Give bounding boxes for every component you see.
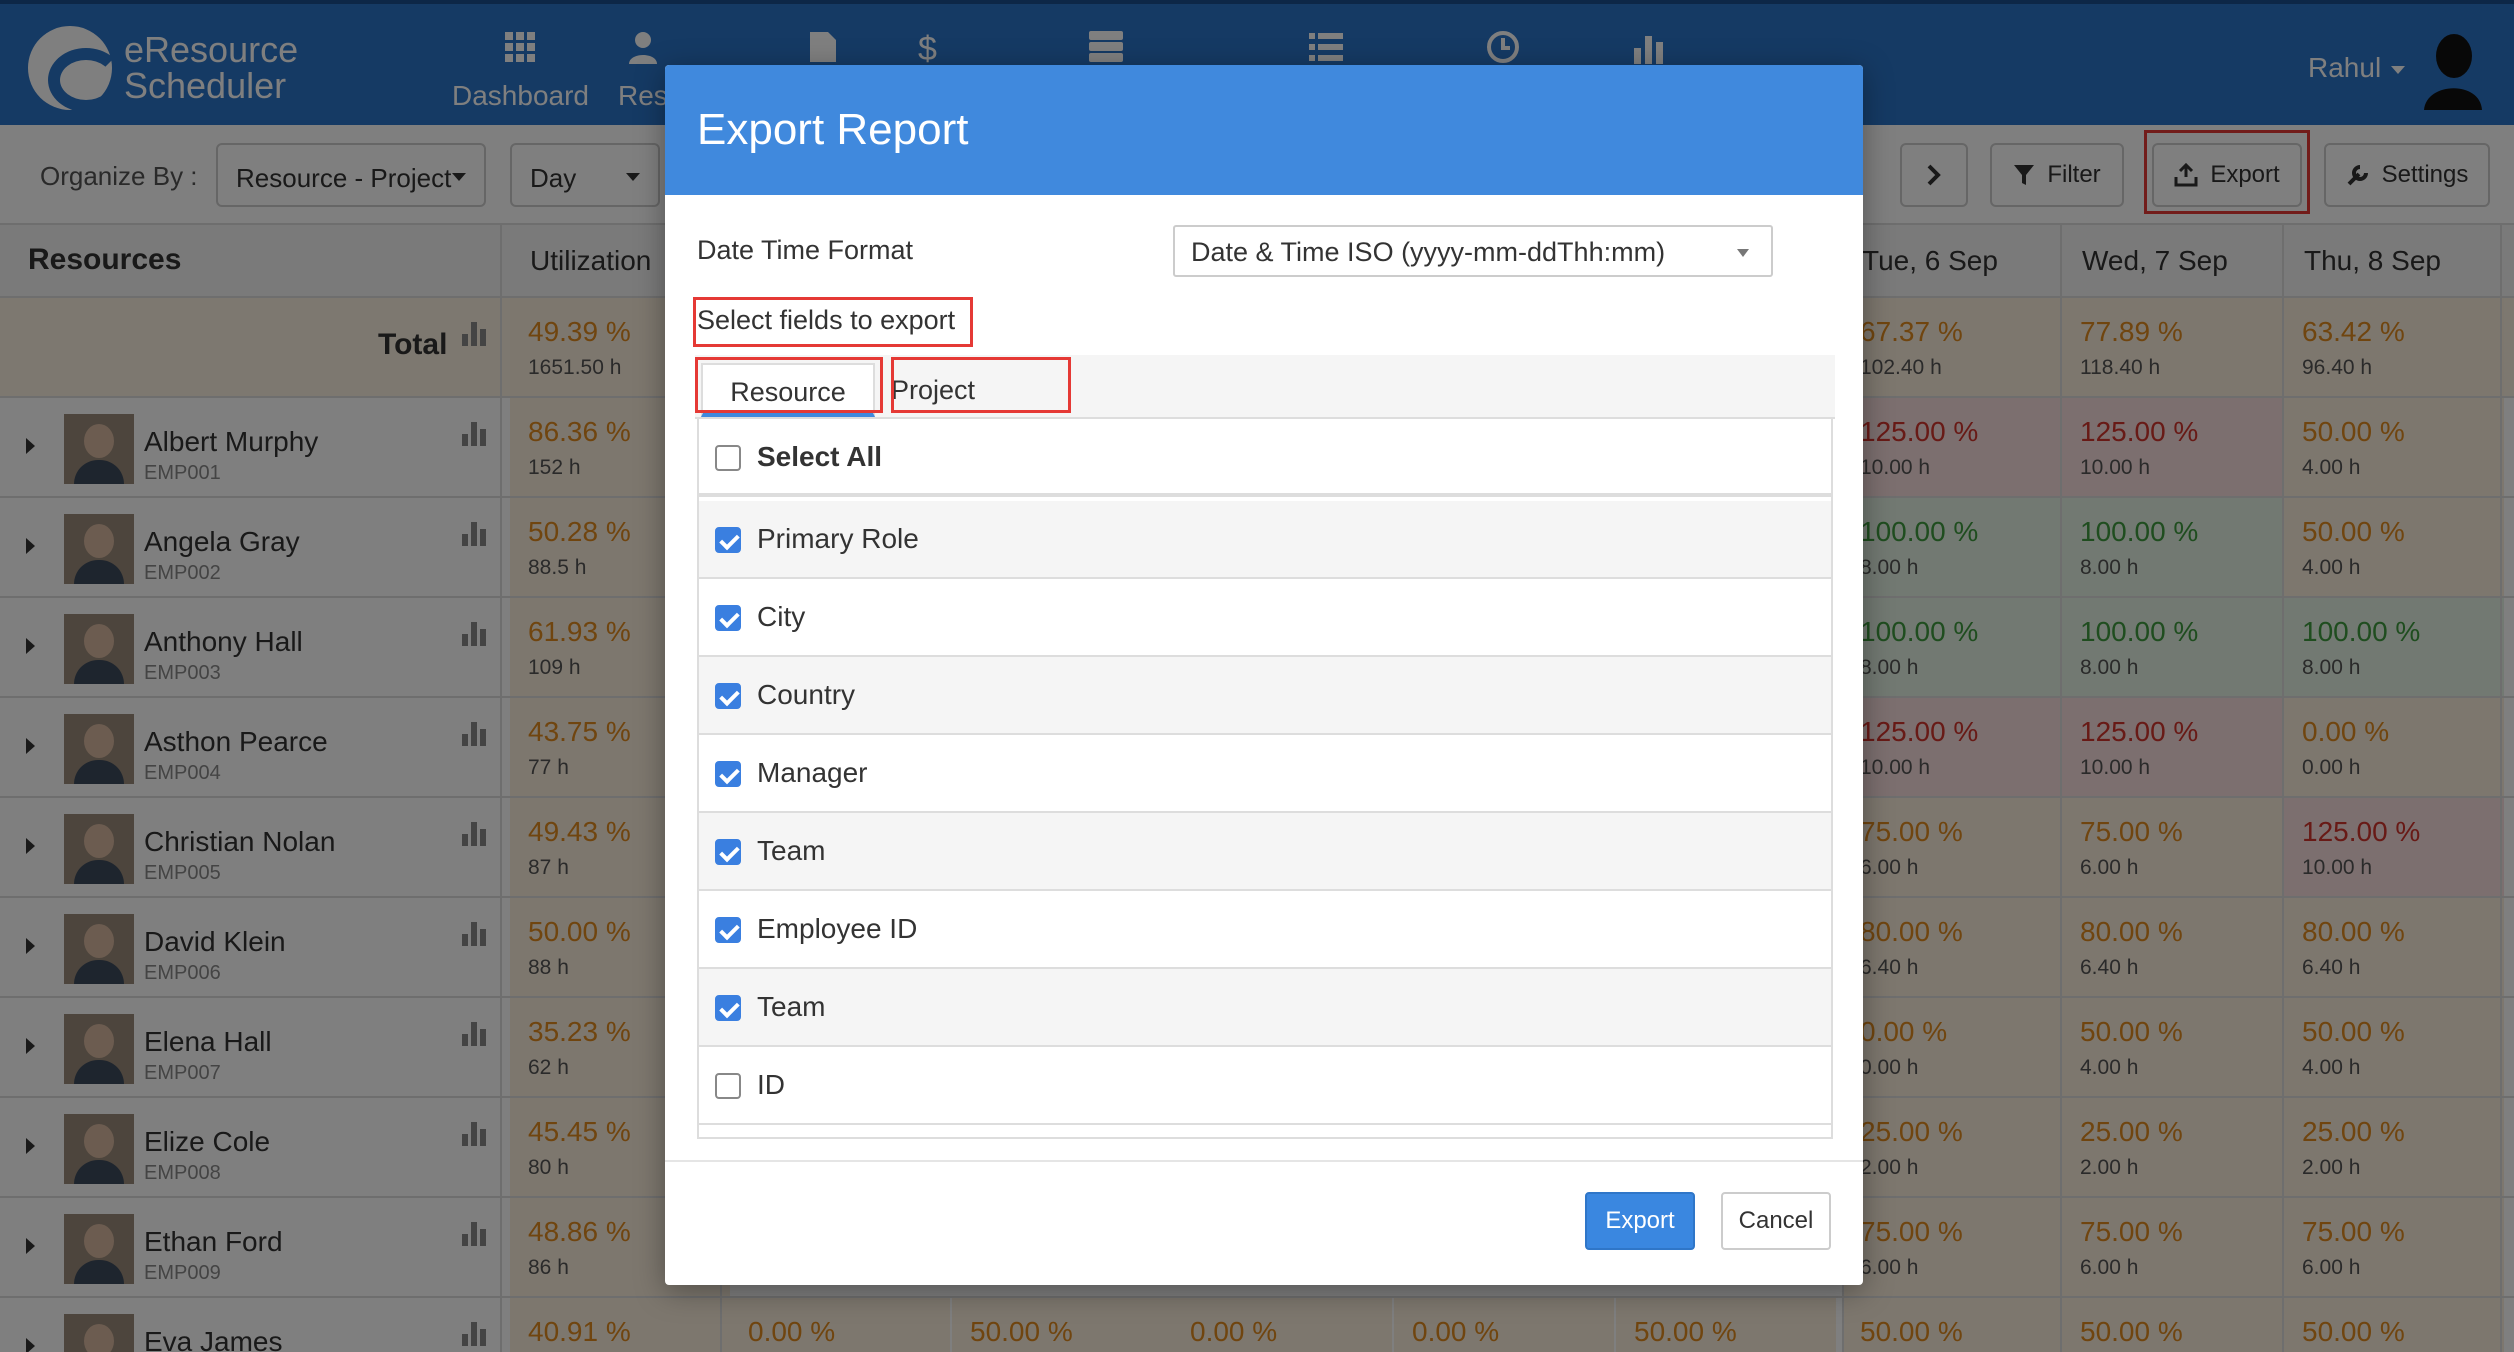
field-label: Manager (757, 757, 868, 788)
field-item[interactable]: City (699, 579, 1831, 657)
field-item[interactable]: Manager (699, 735, 1831, 813)
dialog-title: Export Report (697, 105, 969, 154)
select-all-checkbox[interactable] (715, 445, 741, 471)
export-submit-button[interactable]: Export (1585, 1192, 1695, 1250)
field-label: Primary Role (757, 523, 919, 554)
date-time-format-value: Date & Time ISO (yyyy-mm-ddThh:mm) (1191, 237, 1666, 267)
field-label: Employee ID (757, 913, 918, 944)
field-checkbox[interactable] (715, 1073, 741, 1099)
fields-list: Select All Primary Role City Country Manage… (697, 417, 1833, 1139)
field-item[interactable]: Employee ID (699, 891, 1831, 969)
field-item[interactable]: Team (699, 813, 1831, 891)
field-checkbox[interactable] (715, 995, 741, 1021)
dialog-header: Export Report (665, 65, 1863, 195)
field-checkbox[interactable] (715, 683, 741, 709)
select-all-row[interactable]: Select All (699, 419, 1831, 497)
select-fields-highlight (693, 297, 973, 347)
field-label: City (757, 601, 806, 632)
export-report-dialog: Export Report Date Time Format Date & Ti… (665, 65, 1863, 1285)
select-all-label: Select All (757, 441, 883, 472)
field-checkbox[interactable] (715, 605, 741, 631)
tab-project-highlight (891, 357, 1071, 413)
field-checkbox[interactable] (715, 917, 741, 943)
field-item[interactable]: ID (699, 1047, 1831, 1125)
field-checkbox[interactable] (715, 761, 741, 787)
tab-resource-highlight (695, 357, 883, 413)
field-item[interactable]: Primary Role (699, 501, 1831, 579)
date-time-format-select[interactable]: Date & Time ISO (yyyy-mm-ddThh:mm) (1173, 225, 1773, 277)
field-label: Team (757, 835, 826, 866)
field-checkbox[interactable] (715, 839, 741, 865)
chevron-down-icon (1737, 249, 1749, 257)
date-time-format-label: Date Time Format (697, 235, 914, 265)
field-label: Country (757, 679, 856, 710)
field-checkbox[interactable] (715, 527, 741, 553)
field-label: Team (757, 991, 826, 1022)
cancel-button[interactable]: Cancel (1721, 1192, 1831, 1250)
dialog-footer: Export Cancel (665, 1160, 1863, 1285)
field-label: ID (757, 1069, 785, 1100)
field-item[interactable]: Country (699, 657, 1831, 735)
field-item[interactable]: Team (699, 969, 1831, 1047)
